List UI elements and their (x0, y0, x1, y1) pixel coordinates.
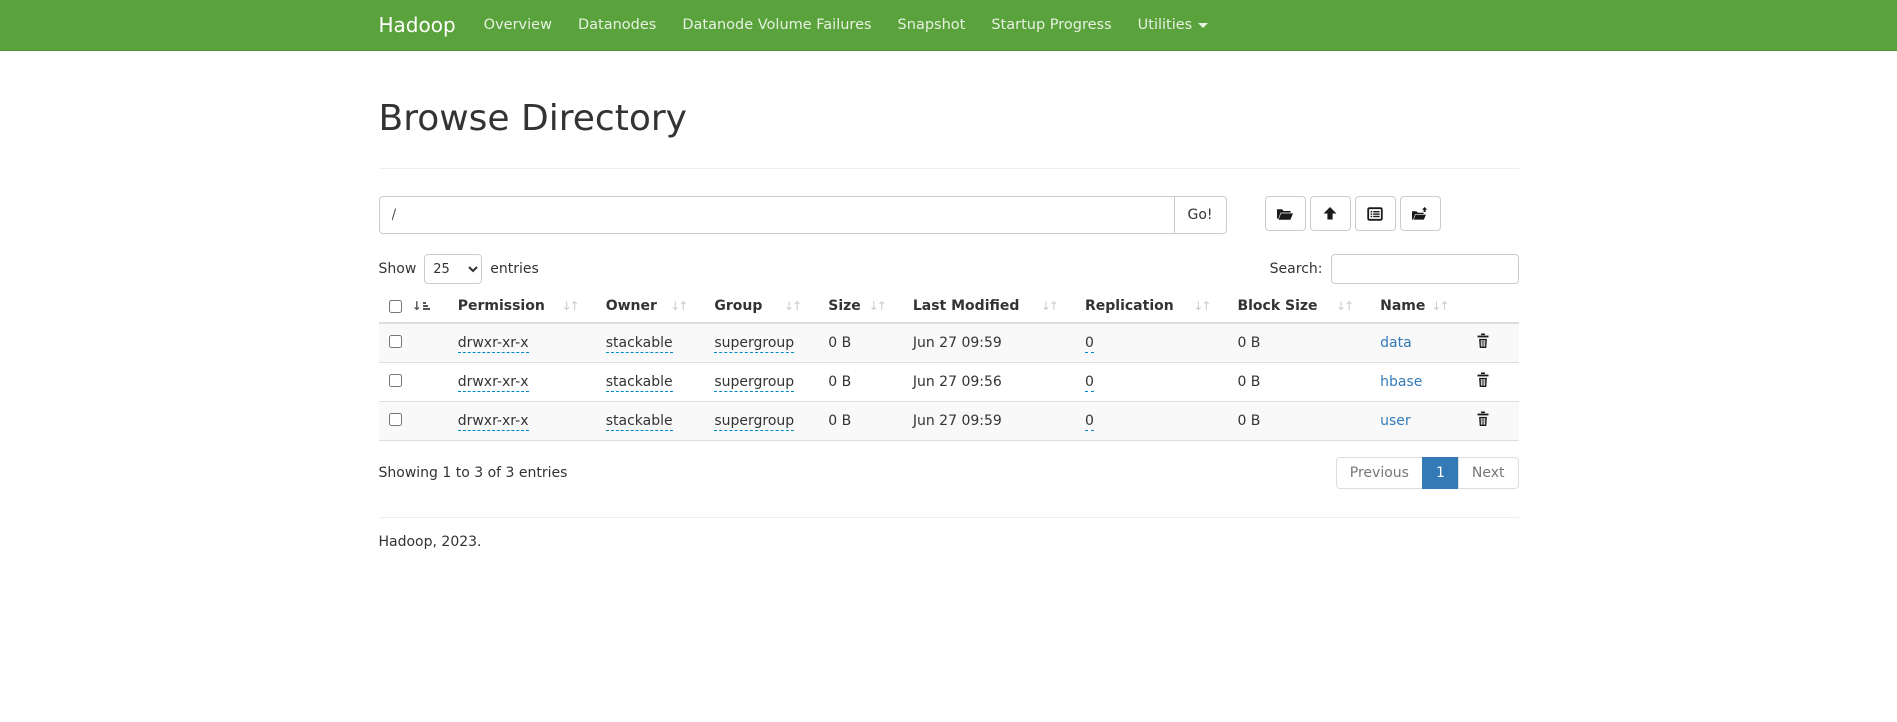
last-modified-value: Jun 27 09:56 (913, 374, 1002, 390)
block-size-value: 0 B (1237, 374, 1260, 390)
trash-icon (1476, 376, 1490, 391)
column-header-owner[interactable]: Owner↓↑ (596, 292, 705, 323)
row-checkbox[interactable] (389, 335, 402, 348)
permission-editable[interactable]: drwxr-xr-x (458, 374, 529, 392)
pagination-next[interactable]: Next (1458, 457, 1519, 489)
replication-editable[interactable]: 0 (1085, 413, 1094, 431)
nav-item-snapshot[interactable]: Snapshot (885, 0, 979, 50)
list-alt-icon (1367, 206, 1383, 222)
delete-button[interactable] (1476, 411, 1490, 430)
directory-link[interactable]: hbase (1380, 374, 1422, 390)
sorted-ascending-icon: ↓ (412, 300, 430, 312)
column-header-name[interactable]: Name↓↑ (1370, 292, 1465, 323)
footer-text: Hadoop, 2023. (379, 534, 1519, 550)
nav-item-overview[interactable]: Overview (471, 0, 565, 50)
show-label: Show (379, 261, 417, 277)
sort-icon: ↓↑ (1336, 299, 1352, 313)
replication-editable[interactable]: 0 (1085, 374, 1094, 392)
nav-item-startup-progress[interactable]: Startup Progress (978, 0, 1124, 50)
directory-path-group: Go! (379, 196, 1227, 234)
column-header-permission[interactable]: Permission↓↑ (448, 292, 596, 323)
delete-button[interactable] (1476, 372, 1490, 391)
column-header-group[interactable]: Group↓↑ (704, 292, 818, 323)
pagination: Previous 1 Next (1336, 457, 1519, 489)
caret-down-icon (1198, 23, 1208, 28)
entries-label: entries (490, 261, 539, 277)
last-modified-value: Jun 27 09:59 (913, 413, 1002, 429)
table-row: drwxr-xr-x stackable supergroup 0 B Jun … (379, 402, 1519, 441)
search-label: Search: (1270, 261, 1323, 277)
nav-item-utilities-dropdown[interactable]: Utilities (1125, 0, 1222, 50)
owner-editable[interactable]: stackable (606, 413, 673, 431)
size-value: 0 B (828, 335, 851, 351)
trash-icon (1476, 337, 1490, 352)
replication-editable[interactable]: 0 (1085, 335, 1094, 353)
select-all-header[interactable]: ↓ (379, 292, 448, 323)
search-input[interactable] (1331, 254, 1519, 284)
navbar-brand[interactable]: Hadoop (379, 1, 471, 49)
last-modified-value: Jun 27 09:59 (913, 335, 1002, 351)
new-folder-icon (1411, 206, 1429, 222)
owner-editable[interactable]: stackable (606, 374, 673, 392)
sort-icon: ↓↑ (562, 299, 578, 313)
column-header-size[interactable]: Size↓↑ (818, 292, 903, 323)
group-editable[interactable]: supergroup (714, 413, 794, 431)
directory-link[interactable]: data (1380, 335, 1412, 351)
trash-icon (1476, 415, 1490, 430)
sort-icon: ↓↑ (1041, 299, 1057, 313)
nav-item-datanodes[interactable]: Datanodes (565, 0, 669, 50)
owner-editable[interactable]: stackable (606, 335, 673, 353)
nav-item-datanode-volume-failures[interactable]: Datanode Volume Failures (669, 0, 884, 50)
go-button[interactable]: Go! (1175, 196, 1227, 234)
pagination-previous[interactable]: Previous (1336, 457, 1423, 489)
sort-icon: ↓↑ (670, 299, 686, 313)
size-value: 0 B (828, 374, 851, 390)
folder-open-icon (1276, 206, 1294, 222)
size-value: 0 B (828, 413, 851, 429)
block-size-value: 0 B (1237, 335, 1260, 351)
upload-file-button[interactable] (1310, 196, 1351, 231)
cut-paste-button[interactable] (1265, 196, 1306, 231)
create-directory-button[interactable] (1400, 196, 1441, 231)
sort-icon: ↓↑ (1431, 299, 1447, 313)
sort-icon: ↓↑ (784, 299, 800, 313)
footer-divider (379, 517, 1519, 518)
permission-editable[interactable]: drwxr-xr-x (458, 335, 529, 353)
directory-link[interactable]: user (1380, 413, 1411, 429)
group-editable[interactable]: supergroup (714, 374, 794, 392)
table-row: drwxr-xr-x stackable supergroup 0 B Jun … (379, 323, 1519, 363)
delete-button[interactable] (1476, 333, 1490, 352)
select-all-checkbox[interactable] (389, 300, 402, 313)
sort-icon: ↓↑ (869, 299, 885, 313)
set-permission-button[interactable] (1355, 196, 1396, 231)
column-header-block-size[interactable]: Block Size↓↑ (1227, 292, 1370, 323)
column-header-replication[interactable]: Replication↓↑ (1075, 292, 1227, 323)
page-size-select[interactable]: 25 (424, 254, 482, 284)
pagination-page-1[interactable]: 1 (1422, 457, 1459, 489)
column-header-actions (1466, 292, 1519, 323)
permission-editable[interactable]: drwxr-xr-x (458, 413, 529, 431)
group-editable[interactable]: supergroup (714, 335, 794, 353)
block-size-value: 0 B (1237, 413, 1260, 429)
upload-icon (1322, 206, 1338, 222)
entries-info: Showing 1 to 3 of 3 entries (379, 465, 568, 481)
row-checkbox[interactable] (389, 374, 402, 387)
directory-path-input[interactable] (379, 196, 1175, 234)
top-navbar: Hadoop Overview Datanodes Datanode Volum… (0, 0, 1897, 51)
directory-listing-table: ↓ Permission↓↑ Owner↓↑ Group↓↑ Size↓↑ La… (379, 292, 1519, 441)
table-row: drwxr-xr-x stackable supergroup 0 B Jun … (379, 363, 1519, 402)
page-header: Browse Directory (379, 99, 1519, 169)
row-checkbox[interactable] (389, 413, 402, 426)
sort-icon: ↓↑ (1193, 299, 1209, 313)
column-header-last-modified[interactable]: Last Modified↓↑ (903, 292, 1075, 323)
page-title: Browse Directory (379, 99, 1519, 139)
